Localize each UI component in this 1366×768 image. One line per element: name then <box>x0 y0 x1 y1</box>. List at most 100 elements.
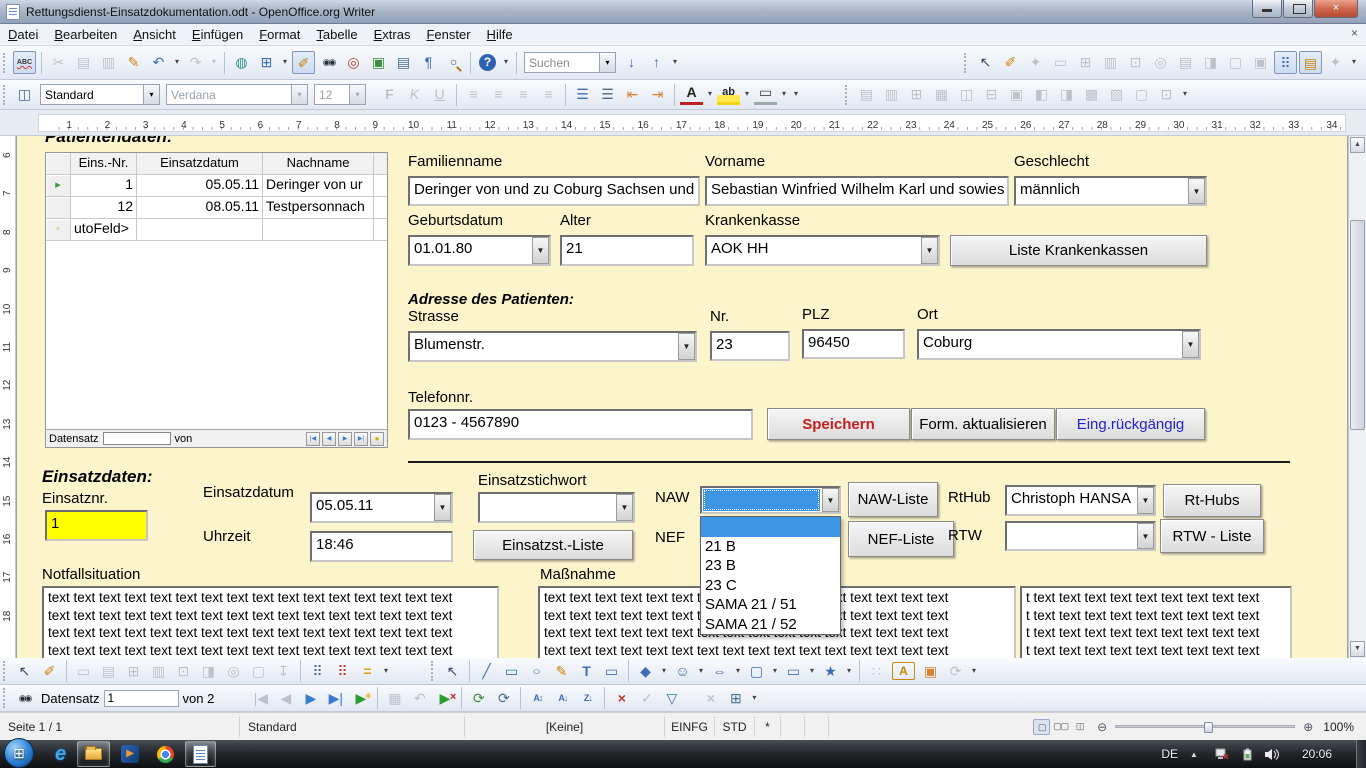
table-record-input[interactable] <box>103 432 171 445</box>
increase-indent-icon[interactable]: ⇥ <box>646 83 669 106</box>
speichern-button[interactable]: Speichern <box>767 408 910 440</box>
numbered-list-icon[interactable]: ☰ <box>571 83 594 106</box>
object-bar-icon-8[interactable]: ◧ <box>1030 83 1053 106</box>
vorname-input[interactable]: Sebastian Winfried Wilhelm Karl und sowi… <box>705 176 1009 206</box>
krankenkasse-combo[interactable]: AOK HH▼ <box>705 235 940 266</box>
menu-item[interactable]: Fenster <box>418 24 478 45</box>
single-page-view-icon[interactable]: ▢ <box>1033 719 1050 735</box>
object-bar-icon-1[interactable]: ▤ <box>855 83 878 106</box>
volume-icon[interactable] <box>1264 748 1281 761</box>
style-dropd-icon[interactable]: ▾ <box>143 85 159 104</box>
object-bar-icon-7[interactable]: ▣ <box>1005 83 1028 106</box>
menu-item[interactable]: Format <box>251 24 308 45</box>
wizards-on-off-icon[interactable]: ✦ <box>1324 51 1347 74</box>
menu-item[interactable]: Einfügen <box>184 24 251 45</box>
toolbar-grip[interactable] <box>3 661 7 681</box>
table-last-record-icon[interactable]: ▶| <box>354 432 368 446</box>
cell-einsatzdatum[interactable]: 05.05.11 <box>137 175 263 197</box>
table-row[interactable]: 12 08.05.11 Testpersonnach <box>46 197 387 219</box>
toolbar-grip[interactable] <box>964 53 968 73</box>
object-bar-icon-6[interactable]: ⊟ <box>980 83 1003 106</box>
rtw-combo[interactable]: ▼ <box>1005 521 1156 551</box>
last-record-icon[interactable]: ▶| <box>324 687 347 710</box>
line-icon[interactable]: ╱ <box>475 660 498 683</box>
snap-to-grid-icon[interactable]: ⠿ <box>331 660 354 683</box>
zoom-track[interactable] <box>1115 725 1295 728</box>
object-bar-icon-12[interactable]: ▢ <box>1130 83 1153 106</box>
prev-record-icon[interactable]: ◀ <box>274 687 297 710</box>
image-button-icon[interactable]: ▣ <box>1249 51 1272 74</box>
form-pointer-icon[interactable]: ↖ <box>13 660 36 683</box>
taskbar-writer-button[interactable] <box>185 741 216 767</box>
dropdown-icon[interactable]: ▼ <box>1137 523 1154 549</box>
hyperlink-icon[interactable]: ◍ <box>230 51 253 74</box>
block-arrows-dropdown-icon[interactable]: ▾ <box>733 660 743 683</box>
toolbar-grip[interactable] <box>845 85 849 105</box>
battery-icon[interactable] <box>1241 748 1254 761</box>
table-next-record-icon[interactable]: ▶ <box>338 432 352 446</box>
show-desktop-button[interactable] <box>1356 740 1366 768</box>
table-row[interactable]: ▸ 1 05.05.11 Deringer von ur <box>46 175 387 197</box>
uhrzeit-input[interactable]: 18:46 <box>310 531 453 562</box>
table-new-record-icon[interactable]: ● <box>370 432 384 446</box>
object-bar-icon-2[interactable]: ▥ <box>880 83 903 106</box>
bullet-list-icon[interactable]: ☰ <box>596 83 619 106</box>
justify-icon[interactable]: ≡ <box>537 83 560 106</box>
zoom-icon[interactable]: ○ <box>442 51 465 74</box>
highlighting-icon[interactable]: ab <box>717 84 740 105</box>
eingabe-rueckgaengig-button[interactable]: Eing.rückgängig <box>1056 408 1205 440</box>
size-dropdown-icon[interactable]: ▾ <box>349 85 365 104</box>
scroll-up-icon[interactable]: ▲ <box>1350 137 1365 153</box>
toolbar-overflow-icon[interactable]: ▾ <box>501 51 511 74</box>
rectangle-icon[interactable]: ▭ <box>500 660 523 683</box>
first-record-icon[interactable]: |◀ <box>249 687 272 710</box>
find-replace-icon[interactable]: ◉◉ <box>317 51 340 74</box>
dropdown-icon[interactable]: ▼ <box>1182 331 1199 358</box>
group-box-icon[interactable]: ⊞ <box>1074 51 1097 74</box>
naw-combo[interactable]: ▼ <box>700 486 841 514</box>
dropdown-icon[interactable]: ▼ <box>822 488 839 512</box>
gallery-icon[interactable]: ▣ <box>367 51 390 74</box>
find-next-icon[interactable]: ↓ <box>620 51 643 74</box>
zoom-out-icon[interactable]: ⊖ <box>1097 720 1107 734</box>
form-navigator2-icon[interactable]: ⊞ <box>122 660 145 683</box>
option-button-icon[interactable]: ◎ <box>1149 51 1172 74</box>
controls-overflow-icon[interactable]: ▾ <box>1349 51 1359 74</box>
sort-icon[interactable]: A↕ <box>526 687 549 710</box>
dropdown-icon[interactable]: ▼ <box>532 237 549 264</box>
toolbar-grip[interactable] <box>3 53 7 73</box>
einsatzstichwort-combo[interactable]: ▼ <box>478 492 635 523</box>
paragraph-style-value[interactable]: Standard <box>41 88 143 102</box>
zoom-thumb[interactable] <box>1204 722 1213 733</box>
language-status[interactable]: [Keine] <box>465 717 665 737</box>
page-style-status[interactable]: Standard <box>240 717 465 737</box>
symbol-shapes-dropdown-icon[interactable]: ▾ <box>696 660 706 683</box>
liste-krankenkassen-button[interactable]: Liste Krankenkassen <box>950 235 1207 266</box>
activation-order-icon[interactable]: ⊡ <box>172 660 195 683</box>
extrusion-icon[interactable]: ⟳ <box>944 660 967 683</box>
font-dropdown-icon[interactable]: ▾ <box>291 85 307 104</box>
strasse-combo[interactable]: Blumenstr.▼ <box>408 331 697 362</box>
dropdown-icon[interactable]: ▼ <box>434 494 451 521</box>
geburtsdatum-combo[interactable]: 01.01.80▼ <box>408 235 551 266</box>
data-sources-icon[interactable]: ▤ <box>392 51 415 74</box>
object-bar-icon-13[interactable]: ⊡ <box>1155 83 1178 106</box>
dropdown-icon[interactable]: ▼ <box>1137 487 1154 514</box>
design-overflow-icon[interactable]: ▾ <box>381 660 391 683</box>
menu-item[interactable]: Datei <box>0 24 46 45</box>
callouts-dropdown-icon[interactable]: ▾ <box>807 660 817 683</box>
header-einsnr[interactable]: Eins.-Nr. <box>71 153 137 175</box>
font-color-dropdown-icon[interactable]: ▾ <box>705 83 715 106</box>
text-box-icon[interactable]: ▥ <box>1099 51 1122 74</box>
document-close-icon[interactable]: × <box>1351 26 1358 40</box>
delete-record-icon[interactable]: ▶ <box>433 687 456 710</box>
sort-descending-icon[interactable]: Z↓ <box>576 687 599 710</box>
einsatzdatum-combo[interactable]: 05.05.11▼ <box>310 492 453 523</box>
taskbar-ie-button[interactable]: e <box>48 741 73 767</box>
menu-item[interactable]: Ansicht <box>125 24 184 45</box>
redo-dropdown-icon[interactable]: ▾ <box>209 51 219 74</box>
page-status[interactable]: Seite 1 / 1 <box>0 717 240 737</box>
formatting-marks-icon[interactable]: ¶ <box>417 51 440 74</box>
vertical-callout-icon[interactable]: ▭ <box>600 660 623 683</box>
header-nachname[interactable]: Nachname <box>263 153 374 175</box>
